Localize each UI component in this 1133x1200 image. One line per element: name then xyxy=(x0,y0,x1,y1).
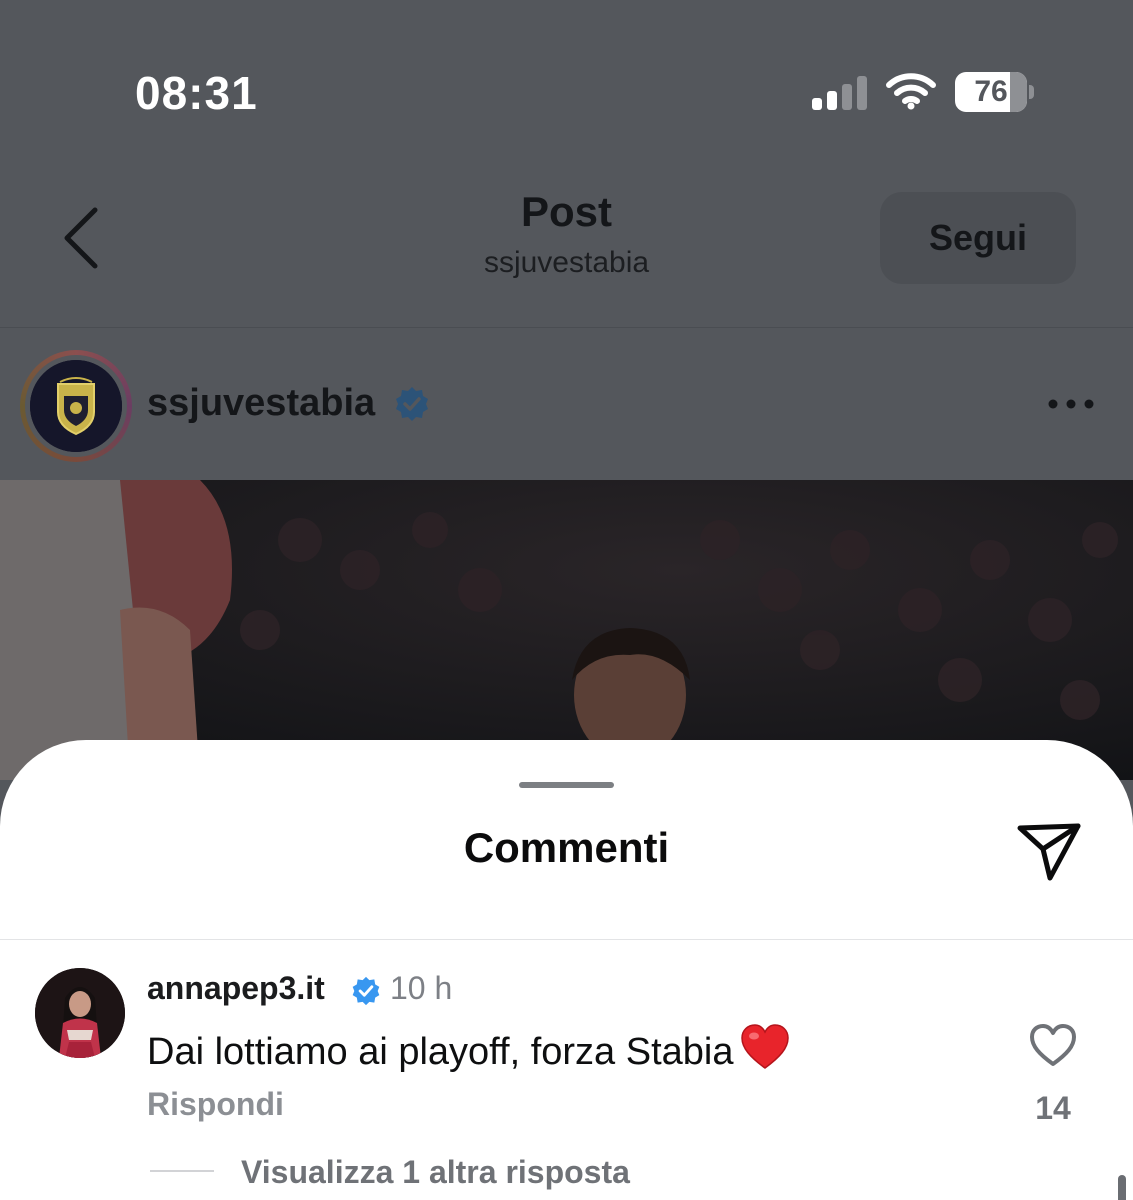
comment-item: annapep3.it 10 h Dai lottiamo ai playoff… xyxy=(0,940,1133,1200)
comment-body: Dai lottiamo ai playoff, forza Stabia xyxy=(147,1031,734,1073)
status-bar: 08:31 76 xyxy=(0,0,1133,180)
commenter-avatar[interactable] xyxy=(35,968,125,1058)
reply-button[interactable]: Rispondi xyxy=(147,1086,284,1123)
like-count: 14 xyxy=(1035,1090,1071,1126)
comment-timestamp: 10 h xyxy=(390,970,453,1006)
nav-header: Post ssjuvestabia Segui xyxy=(0,180,1133,328)
heart-outline-icon[interactable] xyxy=(1028,1022,1078,1068)
story-ring-avatar[interactable] xyxy=(20,350,132,462)
view-replies-button[interactable]: Visualizza 1 altra risposta xyxy=(241,1154,630,1191)
scrollbar[interactable] xyxy=(1118,1175,1126,1200)
drag-handle[interactable] xyxy=(519,782,614,788)
battery-icon: 76 xyxy=(955,72,1035,112)
comments-title: Commenti xyxy=(463,824,670,871)
post-username[interactable]: ssjuvestabia xyxy=(147,382,375,425)
battery-level: 76 xyxy=(974,75,1008,108)
heart-emoji xyxy=(740,1024,789,1069)
follow-button[interactable]: Segui xyxy=(880,192,1076,284)
share-send-icon[interactable] xyxy=(1016,820,1082,882)
wifi-icon xyxy=(886,73,936,110)
status-time: 08:31 xyxy=(135,67,258,119)
comments-sheet: Commenti annapep3.it 10 h Dai lottiamo a… xyxy=(0,740,1133,1200)
verified-badge-icon xyxy=(396,387,428,421)
replies-divider-line xyxy=(150,1170,214,1172)
post-header: ssjuvestabia xyxy=(0,328,1133,480)
verified-badge-icon xyxy=(352,976,380,1006)
post-image[interactable] xyxy=(0,480,1133,780)
signal-icon xyxy=(812,76,867,110)
club-logo-avatar xyxy=(30,360,122,452)
more-icon[interactable] xyxy=(1046,394,1096,414)
comment-text: Dai lottiamo ai playoff, forza Stabia xyxy=(147,1024,790,1074)
comment-username[interactable]: annapep3.it xyxy=(147,970,325,1007)
